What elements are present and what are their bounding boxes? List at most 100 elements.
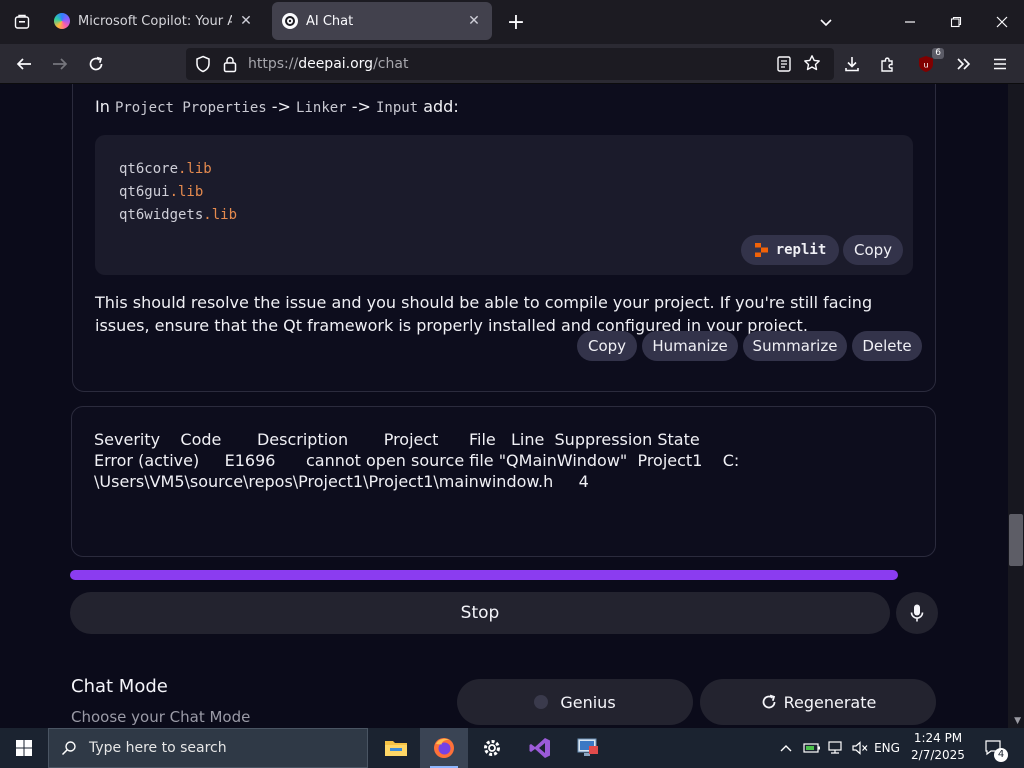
tab-copilot[interactable]: Microsoft Copilot: Your AI companion ✕ — [44, 2, 264, 40]
stop-button[interactable]: Stop — [70, 592, 890, 634]
scroll-down-arrow-icon[interactable]: ▼ — [1014, 716, 1021, 726]
forward-arrow-icon[interactable] — [46, 50, 74, 78]
regenerate-label: Regenerate — [783, 692, 877, 712]
chat-mode-title: Chat Mode — [71, 676, 168, 697]
tracking-protection-shield-icon[interactable] — [194, 55, 212, 77]
close-tab-icon[interactable]: ✕ — [466, 13, 482, 29]
summarize-label: Summarize — [752, 337, 838, 355]
taskbar-clock[interactable]: 1:24 PM 2/7/2025 — [900, 730, 976, 766]
remote-desktop-icon[interactable] — [564, 728, 612, 768]
restore-icon[interactable] — [942, 8, 970, 36]
arrow-text: -> — [346, 97, 376, 116]
genius-label: Genius — [560, 692, 616, 712]
reader-view-icon[interactable] — [776, 55, 792, 77]
clock-time: 1:24 PM — [913, 731, 963, 745]
show-hidden-icons-chevron-icon[interactable] — [776, 728, 796, 768]
regenerate-button[interactable]: Regenerate — [700, 679, 936, 725]
page-scrollbar[interactable]: ▼ — [1008, 84, 1024, 728]
search-icon — [61, 740, 77, 756]
downloads-icon[interactable] — [838, 50, 866, 78]
intro-suffix: add: — [418, 97, 459, 116]
firefox-taskbar-icon[interactable] — [420, 728, 468, 768]
volume-muted-icon[interactable] — [848, 728, 872, 768]
refresh-icon — [760, 693, 778, 711]
tab-title: AI Chat — [306, 13, 354, 29]
clock-date: 2/7/2025 — [911, 748, 965, 762]
extensions-puzzle-icon[interactable] — [874, 50, 902, 78]
code-line: qt6widgets.lib — [119, 207, 237, 223]
minimize-icon[interactable] — [896, 8, 924, 36]
code-block: qt6core.lib qt6gui.lib qt6widgets.lib re… — [95, 135, 913, 275]
code-token: qt6gui — [119, 184, 170, 200]
chat-input-box[interactable]: Severity Code Description Project File L… — [71, 406, 936, 557]
scrollbar-thumb[interactable] — [1009, 514, 1023, 566]
visual-studio-icon[interactable] — [516, 728, 564, 768]
file-explorer-icon[interactable] — [372, 728, 420, 768]
navigation-toolbar: https://deepai.org/chat u 6 — [0, 44, 1024, 84]
inline-code: Linker — [296, 100, 347, 116]
url-text[interactable]: https://deepai.org/chat — [248, 56, 408, 72]
tab-list-icon[interactable] — [8, 8, 36, 36]
inline-code: Input — [375, 100, 419, 116]
extension-badge: 6 — [932, 48, 944, 59]
humanize-button[interactable]: Humanize — [642, 331, 738, 361]
battery-icon[interactable] — [800, 728, 824, 768]
hamburger-menu-icon[interactable] — [986, 50, 1014, 78]
summarize-button[interactable]: Summarize — [743, 331, 847, 361]
code-token: .lib — [169, 184, 204, 200]
windows-logo-icon — [16, 740, 32, 756]
windows-start-button[interactable] — [0, 728, 48, 768]
overflow-chevrons-icon[interactable] — [950, 50, 978, 78]
language-indicator[interactable]: ENG — [872, 728, 902, 768]
progress-bar — [70, 570, 898, 580]
arrow-text: -> — [266, 97, 297, 116]
inline-code: Project Properties — [114, 100, 267, 116]
browser-tab-bar: Microsoft Copilot: Your AI companion ✕ A… — [0, 0, 1024, 44]
tab-title: Microsoft Copilot: Your AI companion — [78, 13, 232, 29]
microphone-button[interactable] — [896, 592, 938, 634]
tab-ai-chat[interactable]: AI Chat ✕ — [272, 2, 492, 40]
url-scheme: https:// — [248, 56, 299, 72]
svg-text:u: u — [923, 61, 928, 70]
humanize-label: Humanize — [652, 337, 728, 355]
settings-gear-icon[interactable] — [468, 728, 516, 768]
code-token: qt6widgets — [119, 207, 204, 223]
code-line: qt6gui.lib — [119, 184, 203, 200]
lock-icon[interactable] — [222, 55, 238, 77]
microphone-icon — [909, 603, 925, 623]
notification-count: 4 — [994, 748, 1008, 762]
stop-label: Stop — [460, 603, 500, 623]
notifications-icon[interactable]: 4 — [980, 728, 1008, 768]
copy-label: Copy — [853, 241, 893, 259]
delete-label: Delete — [862, 337, 912, 355]
search-placeholder: Type here to search — [89, 740, 227, 756]
code-token: qt6core — [119, 161, 179, 177]
windows-taskbar: Type here to search ENG 1:24 PM 2/7/2025… — [0, 728, 1024, 768]
code-token: .lib — [203, 207, 238, 223]
replit-logo-icon — [754, 242, 770, 258]
code-copy-button[interactable]: Copy — [843, 235, 903, 265]
close-tab-icon[interactable]: ✕ — [238, 13, 254, 29]
close-window-icon[interactable] — [988, 8, 1016, 36]
url-host: deepai.org — [298, 56, 374, 72]
bookmark-star-icon[interactable] — [803, 54, 821, 76]
ublock-extension-icon[interactable]: u 6 — [912, 48, 944, 78]
replit-button[interactable]: replit — [741, 235, 839, 265]
reload-icon[interactable] — [82, 50, 110, 78]
genius-mode-button[interactable]: Genius — [457, 679, 693, 725]
taskbar-search-box[interactable]: Type here to search — [48, 728, 368, 768]
assistant-message-card: In Project Properties -> Linker -> Input… — [72, 84, 936, 392]
radio-dot-icon — [534, 695, 549, 709]
message-intro: In Project Properties -> Linker -> Input… — [95, 97, 459, 116]
address-bar[interactable]: https://deepai.org/chat — [186, 48, 834, 80]
url-path: /chat — [373, 56, 409, 72]
delete-button[interactable]: Delete — [852, 331, 922, 361]
back-arrow-icon[interactable] — [10, 50, 38, 78]
new-tab-button[interactable]: + — [502, 8, 530, 36]
copy-message-button[interactable]: Copy — [577, 331, 637, 361]
network-icon[interactable] — [824, 728, 848, 768]
list-all-tabs-chevron-icon[interactable] — [812, 8, 840, 36]
chat-mode-subtitle: Choose your Chat Mode — [71, 708, 251, 726]
chat-input-text[interactable]: Severity Code Description Project File L… — [94, 429, 914, 492]
chat-page: In Project Properties -> Linker -> Input… — [0, 84, 1024, 728]
